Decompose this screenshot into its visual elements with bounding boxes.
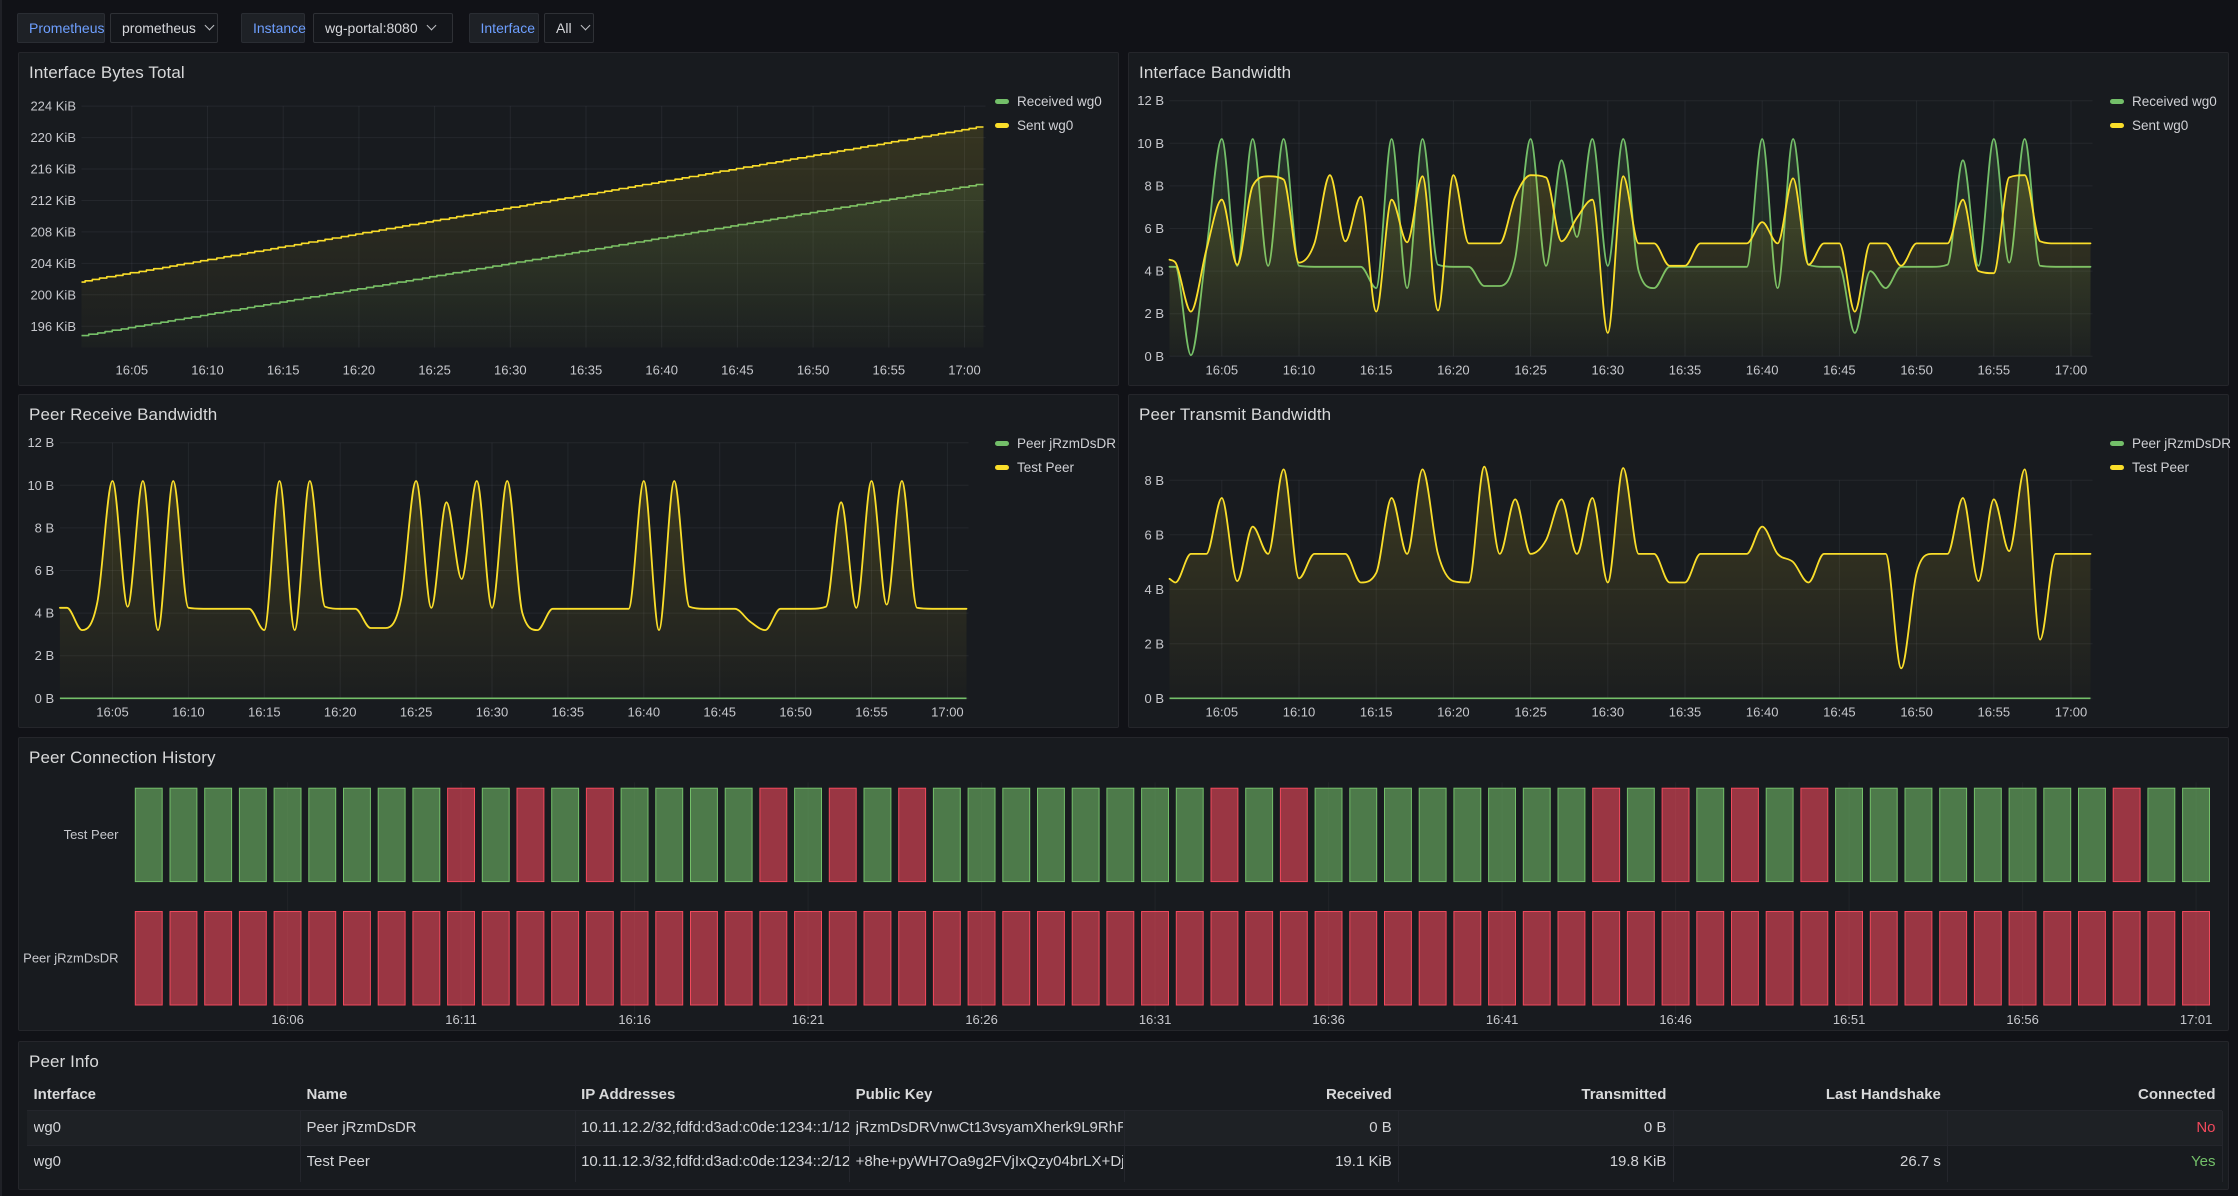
svg-text:16:35: 16:35 (569, 363, 602, 378)
svg-text:16:21: 16:21 (791, 1012, 824, 1027)
svg-text:16:25: 16:25 (418, 363, 451, 378)
svg-text:16:45: 16:45 (703, 705, 736, 720)
svg-text:16:45: 16:45 (721, 363, 754, 378)
svg-text:16:15: 16:15 (1359, 363, 1392, 378)
svg-text:16:40: 16:40 (627, 705, 660, 720)
svg-text:12 B: 12 B (27, 435, 54, 450)
svg-text:16:15: 16:15 (266, 363, 299, 378)
svg-text:2 B: 2 B (34, 648, 54, 663)
svg-text:8 B: 8 B (1144, 178, 1164, 193)
svg-text:0 B: 0 B (1144, 691, 1164, 706)
svg-text:16:36: 16:36 (1312, 1012, 1345, 1027)
svg-text:16:56: 16:56 (2006, 1012, 2039, 1027)
svg-text:16:50: 16:50 (1900, 363, 1933, 378)
svg-text:16:45: 16:45 (1823, 363, 1856, 378)
svg-text:224 KiB: 224 KiB (30, 99, 76, 114)
svg-text:196 KiB: 196 KiB (30, 319, 76, 334)
svg-text:16:06: 16:06 (271, 1012, 304, 1027)
svg-text:4 B: 4 B (34, 606, 54, 621)
svg-text:16:40: 16:40 (1745, 363, 1778, 378)
svg-text:16:20: 16:20 (1437, 705, 1470, 720)
svg-text:16:25: 16:25 (399, 705, 432, 720)
svg-text:16:05: 16:05 (96, 705, 129, 720)
svg-text:2 B: 2 B (1144, 636, 1164, 651)
svg-text:208 KiB: 208 KiB (30, 224, 76, 239)
svg-text:16:40: 16:40 (1745, 705, 1778, 720)
svg-text:16:55: 16:55 (872, 363, 905, 378)
svg-text:16:25: 16:25 (1514, 363, 1547, 378)
svg-text:16:55: 16:55 (1977, 363, 2010, 378)
svg-text:16:50: 16:50 (1900, 705, 1933, 720)
svg-text:16:16: 16:16 (618, 1012, 651, 1027)
svg-text:16:50: 16:50 (796, 363, 829, 378)
svg-text:16:11: 16:11 (445, 1012, 477, 1027)
svg-text:16:31: 16:31 (1138, 1012, 1171, 1027)
svg-text:Test Peer: Test Peer (63, 827, 119, 842)
svg-text:0 B: 0 B (1144, 349, 1164, 364)
svg-text:16:26: 16:26 (965, 1012, 998, 1027)
svg-text:2 B: 2 B (1144, 306, 1164, 321)
svg-text:17:01: 17:01 (2179, 1012, 2212, 1027)
svg-text:8 B: 8 B (1144, 473, 1164, 488)
svg-text:16:10: 16:10 (191, 363, 224, 378)
svg-text:204 KiB: 204 KiB (30, 256, 76, 271)
svg-text:16:35: 16:35 (1668, 705, 1701, 720)
svg-text:16:20: 16:20 (323, 705, 356, 720)
svg-text:4 B: 4 B (1144, 582, 1164, 597)
svg-text:6 B: 6 B (34, 563, 54, 578)
svg-text:16:45: 16:45 (1823, 705, 1856, 720)
svg-text:16:46: 16:46 (1659, 1012, 1692, 1027)
svg-text:12 B: 12 B (1137, 93, 1164, 108)
svg-text:16:51: 16:51 (1832, 1012, 1865, 1027)
svg-text:17:00: 17:00 (2054, 363, 2087, 378)
svg-text:17:00: 17:00 (948, 363, 981, 378)
svg-text:16:20: 16:20 (342, 363, 375, 378)
svg-text:17:00: 17:00 (931, 705, 964, 720)
svg-text:16:30: 16:30 (494, 363, 527, 378)
svg-text:Peer jRzmDsDR: Peer jRzmDsDR (23, 950, 118, 965)
svg-text:6 B: 6 B (1144, 527, 1164, 542)
svg-text:16:05: 16:05 (1205, 363, 1238, 378)
svg-text:0 B: 0 B (34, 691, 54, 706)
svg-text:16:05: 16:05 (1205, 705, 1238, 720)
svg-text:16:10: 16:10 (1282, 705, 1315, 720)
svg-text:16:30: 16:30 (1591, 363, 1624, 378)
svg-text:220 KiB: 220 KiB (30, 130, 76, 145)
svg-text:16:41: 16:41 (1485, 1012, 1518, 1027)
svg-text:4 B: 4 B (1144, 264, 1164, 279)
svg-text:16:35: 16:35 (1668, 363, 1701, 378)
svg-text:16:25: 16:25 (1514, 705, 1547, 720)
svg-text:16:05: 16:05 (115, 363, 148, 378)
svg-text:212 KiB: 212 KiB (30, 193, 76, 208)
svg-text:16:15: 16:15 (248, 705, 281, 720)
svg-text:216 KiB: 216 KiB (30, 162, 76, 177)
svg-text:6 B: 6 B (1144, 221, 1164, 236)
svg-text:16:50: 16:50 (779, 705, 812, 720)
svg-text:8 B: 8 B (34, 520, 54, 535)
svg-text:200 KiB: 200 KiB (30, 287, 76, 302)
svg-text:16:35: 16:35 (551, 705, 584, 720)
svg-text:16:30: 16:30 (475, 705, 508, 720)
svg-text:16:20: 16:20 (1437, 363, 1470, 378)
svg-text:16:30: 16:30 (1591, 705, 1624, 720)
svg-text:16:40: 16:40 (645, 363, 678, 378)
svg-text:17:00: 17:00 (2054, 705, 2087, 720)
svg-text:16:10: 16:10 (1282, 363, 1315, 378)
svg-text:16:10: 16:10 (172, 705, 205, 720)
svg-text:10 B: 10 B (1137, 136, 1164, 151)
svg-text:16:55: 16:55 (1977, 705, 2010, 720)
svg-text:16:55: 16:55 (855, 705, 888, 720)
svg-text:10 B: 10 B (27, 478, 54, 493)
svg-text:16:15: 16:15 (1359, 705, 1392, 720)
